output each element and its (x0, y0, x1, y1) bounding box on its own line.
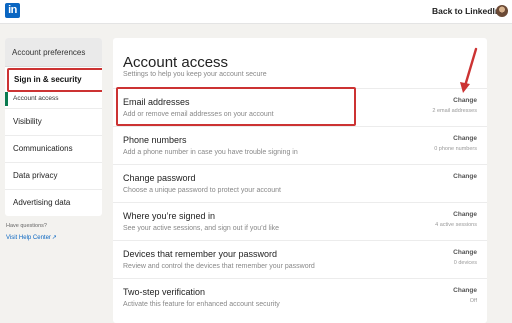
settings-sidebar: Account preferences Sign in & security A… (5, 38, 102, 216)
sidebar-item-visibility[interactable]: Visibility (5, 108, 102, 134)
setting-meta: 0 devices (453, 260, 477, 266)
setting-meta: 2 email addresses (432, 108, 477, 114)
setting-description: Add or remove email addresses on your ac… (123, 111, 274, 118)
help-center-label[interactable]: Visit Help Center (6, 235, 51, 241)
external-link-icon: ↗ (51, 235, 57, 241)
sidebar-item-account-preferences[interactable]: Account preferences (5, 38, 102, 67)
sidebar-subitem-account-access[interactable]: Account access (5, 92, 102, 106)
setting-description: Activate this feature for enhanced accou… (123, 301, 280, 308)
change-email-button[interactable]: Change (453, 97, 477, 104)
help-question: Have questions? (6, 223, 47, 229)
setting-title: Two-step verification (123, 287, 206, 297)
change-two-step-button[interactable]: Change (453, 287, 477, 294)
setting-title: Email addresses (123, 97, 190, 107)
page-title: Account access (123, 54, 229, 71)
change-sessions-button[interactable]: Change (453, 211, 477, 218)
setting-title: Change password (123, 173, 196, 183)
setting-row-two-step-verification[interactable]: Two-step verification Activate this feat… (113, 278, 487, 316)
help-center-link[interactable]: Visit Help Center↗ (6, 234, 57, 241)
avatar[interactable] (496, 5, 508, 17)
top-bar: in Back to LinkedIn (0, 0, 512, 24)
back-to-linkedin-link[interactable]: Back to LinkedIn (432, 6, 500, 16)
page-subtitle: Settings to help you keep your account s… (123, 71, 267, 78)
setting-description: Add a phone number in case you have trou… (123, 149, 298, 156)
setting-meta: 4 active sessions (435, 222, 477, 228)
sidebar-item-advertising-data[interactable]: Advertising data (5, 189, 102, 215)
setting-row-signed-in[interactable]: Where you’re signed in See your active s… (113, 202, 487, 240)
setting-meta: 0 phone numbers (434, 146, 477, 152)
setting-row-change-password[interactable]: Change password Choose a unique password… (113, 164, 487, 202)
change-phone-button[interactable]: Change (453, 135, 477, 142)
setting-description: See your active sessions, and sign out i… (123, 225, 280, 232)
setting-title: Where you’re signed in (123, 211, 216, 221)
setting-row-email-addresses[interactable]: Email addresses Add or remove email addr… (113, 88, 487, 126)
change-password-button[interactable]: Change (453, 173, 477, 180)
setting-description: Choose a unique password to protect your… (123, 187, 281, 194)
account-access-panel: Account access Settings to help you keep… (113, 38, 487, 323)
sidebar-item-sign-in-security[interactable]: Sign in & security (7, 68, 102, 92)
linkedin-logo-icon[interactable]: in (5, 3, 20, 18)
setting-description: Review and control the devices that reme… (123, 263, 315, 270)
setting-meta: Off (469, 298, 477, 304)
setting-row-remembered-devices[interactable]: Devices that remember your password Revi… (113, 240, 487, 278)
setting-row-phone-numbers[interactable]: Phone numbers Add a phone number in case… (113, 126, 487, 164)
setting-title: Devices that remember your password (123, 249, 278, 259)
sidebar-item-communications[interactable]: Communications (5, 135, 102, 161)
sidebar-item-data-privacy[interactable]: Data privacy (5, 162, 102, 188)
setting-title: Phone numbers (123, 135, 187, 145)
change-devices-button[interactable]: Change (453, 249, 477, 256)
